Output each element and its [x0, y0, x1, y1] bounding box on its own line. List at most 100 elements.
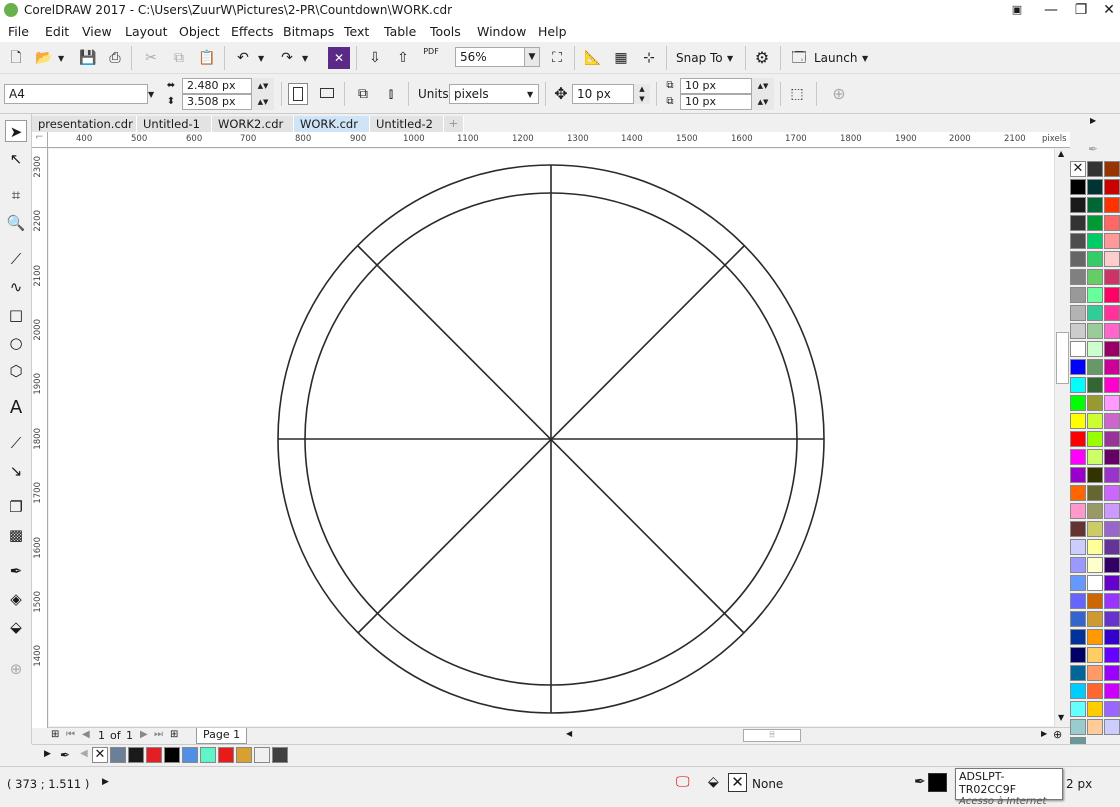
color-swatch[interactable] — [1087, 377, 1103, 393]
menu-text[interactable]: Text — [344, 24, 369, 39]
color-swatch[interactable] — [1087, 557, 1103, 573]
menu-edit[interactable]: Edit — [45, 24, 69, 39]
color-swatch[interactable] — [1070, 611, 1086, 627]
color-swatch[interactable] — [1104, 611, 1120, 627]
color-swatch[interactable] — [1070, 521, 1086, 537]
scroll-right-icon[interactable]: ▶ — [1041, 729, 1047, 738]
color-swatch[interactable] — [1070, 431, 1086, 447]
options-gear-icon[interactable]: ⚙ — [751, 47, 773, 69]
color-swatch[interactable] — [1070, 683, 1086, 699]
doc-color-swatch[interactable] — [182, 747, 198, 763]
tab-work[interactable]: WORK.cdr — [294, 116, 370, 132]
menu-object[interactable]: Object — [179, 24, 220, 39]
color-swatch[interactable] — [1087, 197, 1103, 213]
color-swatch[interactable] — [1104, 359, 1120, 375]
search-content-icon[interactable]: ✕ — [328, 47, 350, 69]
all-pages-icon[interactable]: ⧉ — [352, 83, 374, 105]
color-swatch[interactable] — [1070, 287, 1086, 303]
menu-file[interactable]: File — [8, 24, 29, 39]
show-grid-icon[interactable]: ▦ — [610, 47, 632, 69]
color-swatch[interactable] — [1087, 593, 1103, 609]
color-swatch[interactable] — [1087, 647, 1103, 663]
snap-to-dropdown-icon[interactable]: ▼ — [727, 54, 733, 63]
color-swatch[interactable] — [1070, 575, 1086, 591]
undo-icon[interactable]: ↶ — [232, 47, 254, 69]
color-swatch[interactable] — [1087, 395, 1103, 411]
launch-dropdown-icon[interactable]: ▼ — [862, 54, 868, 63]
color-swatch[interactable] — [1070, 395, 1086, 411]
scroll-up-icon[interactable]: ▲ — [1058, 149, 1064, 158]
help-screen-icon[interactable]: ▣ — [1000, 0, 1034, 20]
color-swatch[interactable] — [1070, 557, 1086, 573]
color-swatch[interactable] — [1070, 323, 1086, 339]
color-swatch[interactable] — [1070, 377, 1086, 393]
doc-color-swatch[interactable] — [164, 747, 180, 763]
menu-help[interactable]: Help — [538, 24, 567, 39]
color-swatch[interactable] — [1087, 215, 1103, 231]
color-swatch[interactable] — [1104, 377, 1120, 393]
freehand-tool-icon[interactable]: ⟋ — [5, 248, 27, 270]
duplicate-x-spinner[interactable]: ▲▼ — [752, 78, 774, 94]
color-swatch[interactable] — [1087, 251, 1103, 267]
color-swatch[interactable] — [1087, 629, 1103, 645]
color-swatch[interactable] — [1070, 197, 1086, 213]
color-swatch[interactable] — [1104, 467, 1120, 483]
undo-dropdown-icon[interactable]: ▼ — [258, 54, 264, 63]
doc-color-swatch[interactable] — [272, 747, 288, 763]
color-swatch[interactable] — [1104, 269, 1120, 285]
zoom-tool-icon[interactable]: 🔍 — [5, 212, 27, 234]
text-tool-icon[interactable]: A — [5, 397, 27, 419]
next-page-icon[interactable]: ▶ — [140, 729, 148, 740]
no-color-swatch[interactable]: ✕ — [1070, 161, 1086, 177]
paste-icon[interactable]: 📋 — [196, 47, 218, 69]
interactive-fill-icon[interactable]: ◈ — [5, 588, 27, 610]
color-swatch[interactable] — [1070, 701, 1086, 717]
page-size-select[interactable]: A4 — [4, 84, 148, 104]
tab-untitled-1[interactable]: Untitled-1 — [137, 116, 212, 132]
color-swatch[interactable] — [1070, 215, 1086, 231]
doc-palette-eyedropper-icon[interactable]: ✒ — [60, 748, 70, 762]
menu-bitmaps[interactable]: Bitmaps — [283, 24, 334, 39]
menu-tools[interactable]: Tools — [430, 24, 461, 39]
color-swatch[interactable] — [1070, 341, 1086, 357]
color-swatch[interactable] — [1104, 593, 1120, 609]
color-swatch[interactable] — [1104, 629, 1120, 645]
horizontal-ruler[interactable]: 400 500 600 700 800 900 1000 1100 1200 1… — [48, 132, 1070, 148]
color-swatch[interactable] — [1104, 647, 1120, 663]
tab-work2[interactable]: WORK2.cdr — [212, 116, 294, 132]
fill-none-swatch[interactable]: ✕ — [728, 773, 747, 792]
show-rulers-icon[interactable]: 📐 — [582, 47, 604, 69]
zoom-level-field[interactable]: 56% — [455, 47, 525, 67]
duplicate-y-field[interactable]: 10 px — [680, 94, 752, 110]
zoom-dropdown-icon[interactable]: ▼ — [524, 47, 540, 67]
drawing-svg[interactable] — [49, 149, 1054, 726]
page-size-dropdown-icon[interactable]: ▼ — [148, 90, 154, 99]
color-swatch[interactable] — [1087, 323, 1103, 339]
color-swatch[interactable] — [1070, 467, 1086, 483]
pick-tool-icon[interactable]: ➤ — [5, 120, 27, 142]
color-swatch[interactable] — [1087, 269, 1103, 285]
rectangle-tool-icon[interactable]: □ — [5, 304, 27, 326]
color-swatch[interactable] — [1104, 665, 1120, 681]
export-icon[interactable]: ⇧ — [392, 47, 414, 69]
print-icon[interactable]: ⎙ — [104, 47, 126, 69]
color-swatch[interactable] — [1104, 305, 1120, 321]
color-swatch[interactable] — [1087, 287, 1103, 303]
color-swatch[interactable] — [1104, 449, 1120, 465]
color-swatch[interactable] — [1087, 359, 1103, 375]
add-tool-icon[interactable]: ⊕ — [5, 658, 27, 680]
units-dropdown-icon[interactable]: ▼ — [527, 90, 533, 99]
doc-color-swatch[interactable] — [236, 747, 252, 763]
scroll-left-icon[interactable]: ◀ — [566, 729, 572, 738]
doc-palette-menu-icon[interactable]: ▶ — [44, 749, 51, 759]
treat-as-filled-icon[interactable]: ⬚ — [786, 83, 808, 105]
color-swatch[interactable] — [1087, 719, 1103, 735]
page-width-field[interactable]: 2.480 px — [182, 78, 252, 94]
nudge-spinner[interactable]: ▲ ▼ — [634, 84, 650, 104]
color-swatch[interactable] — [1104, 233, 1120, 249]
minimize-button[interactable]: — — [1034, 0, 1068, 20]
color-swatch[interactable] — [1070, 593, 1086, 609]
color-swatch[interactable] — [1070, 665, 1086, 681]
last-page-icon[interactable]: ⏭ — [154, 729, 163, 740]
add-toolbar-icon[interactable]: ⊕ — [828, 83, 850, 105]
